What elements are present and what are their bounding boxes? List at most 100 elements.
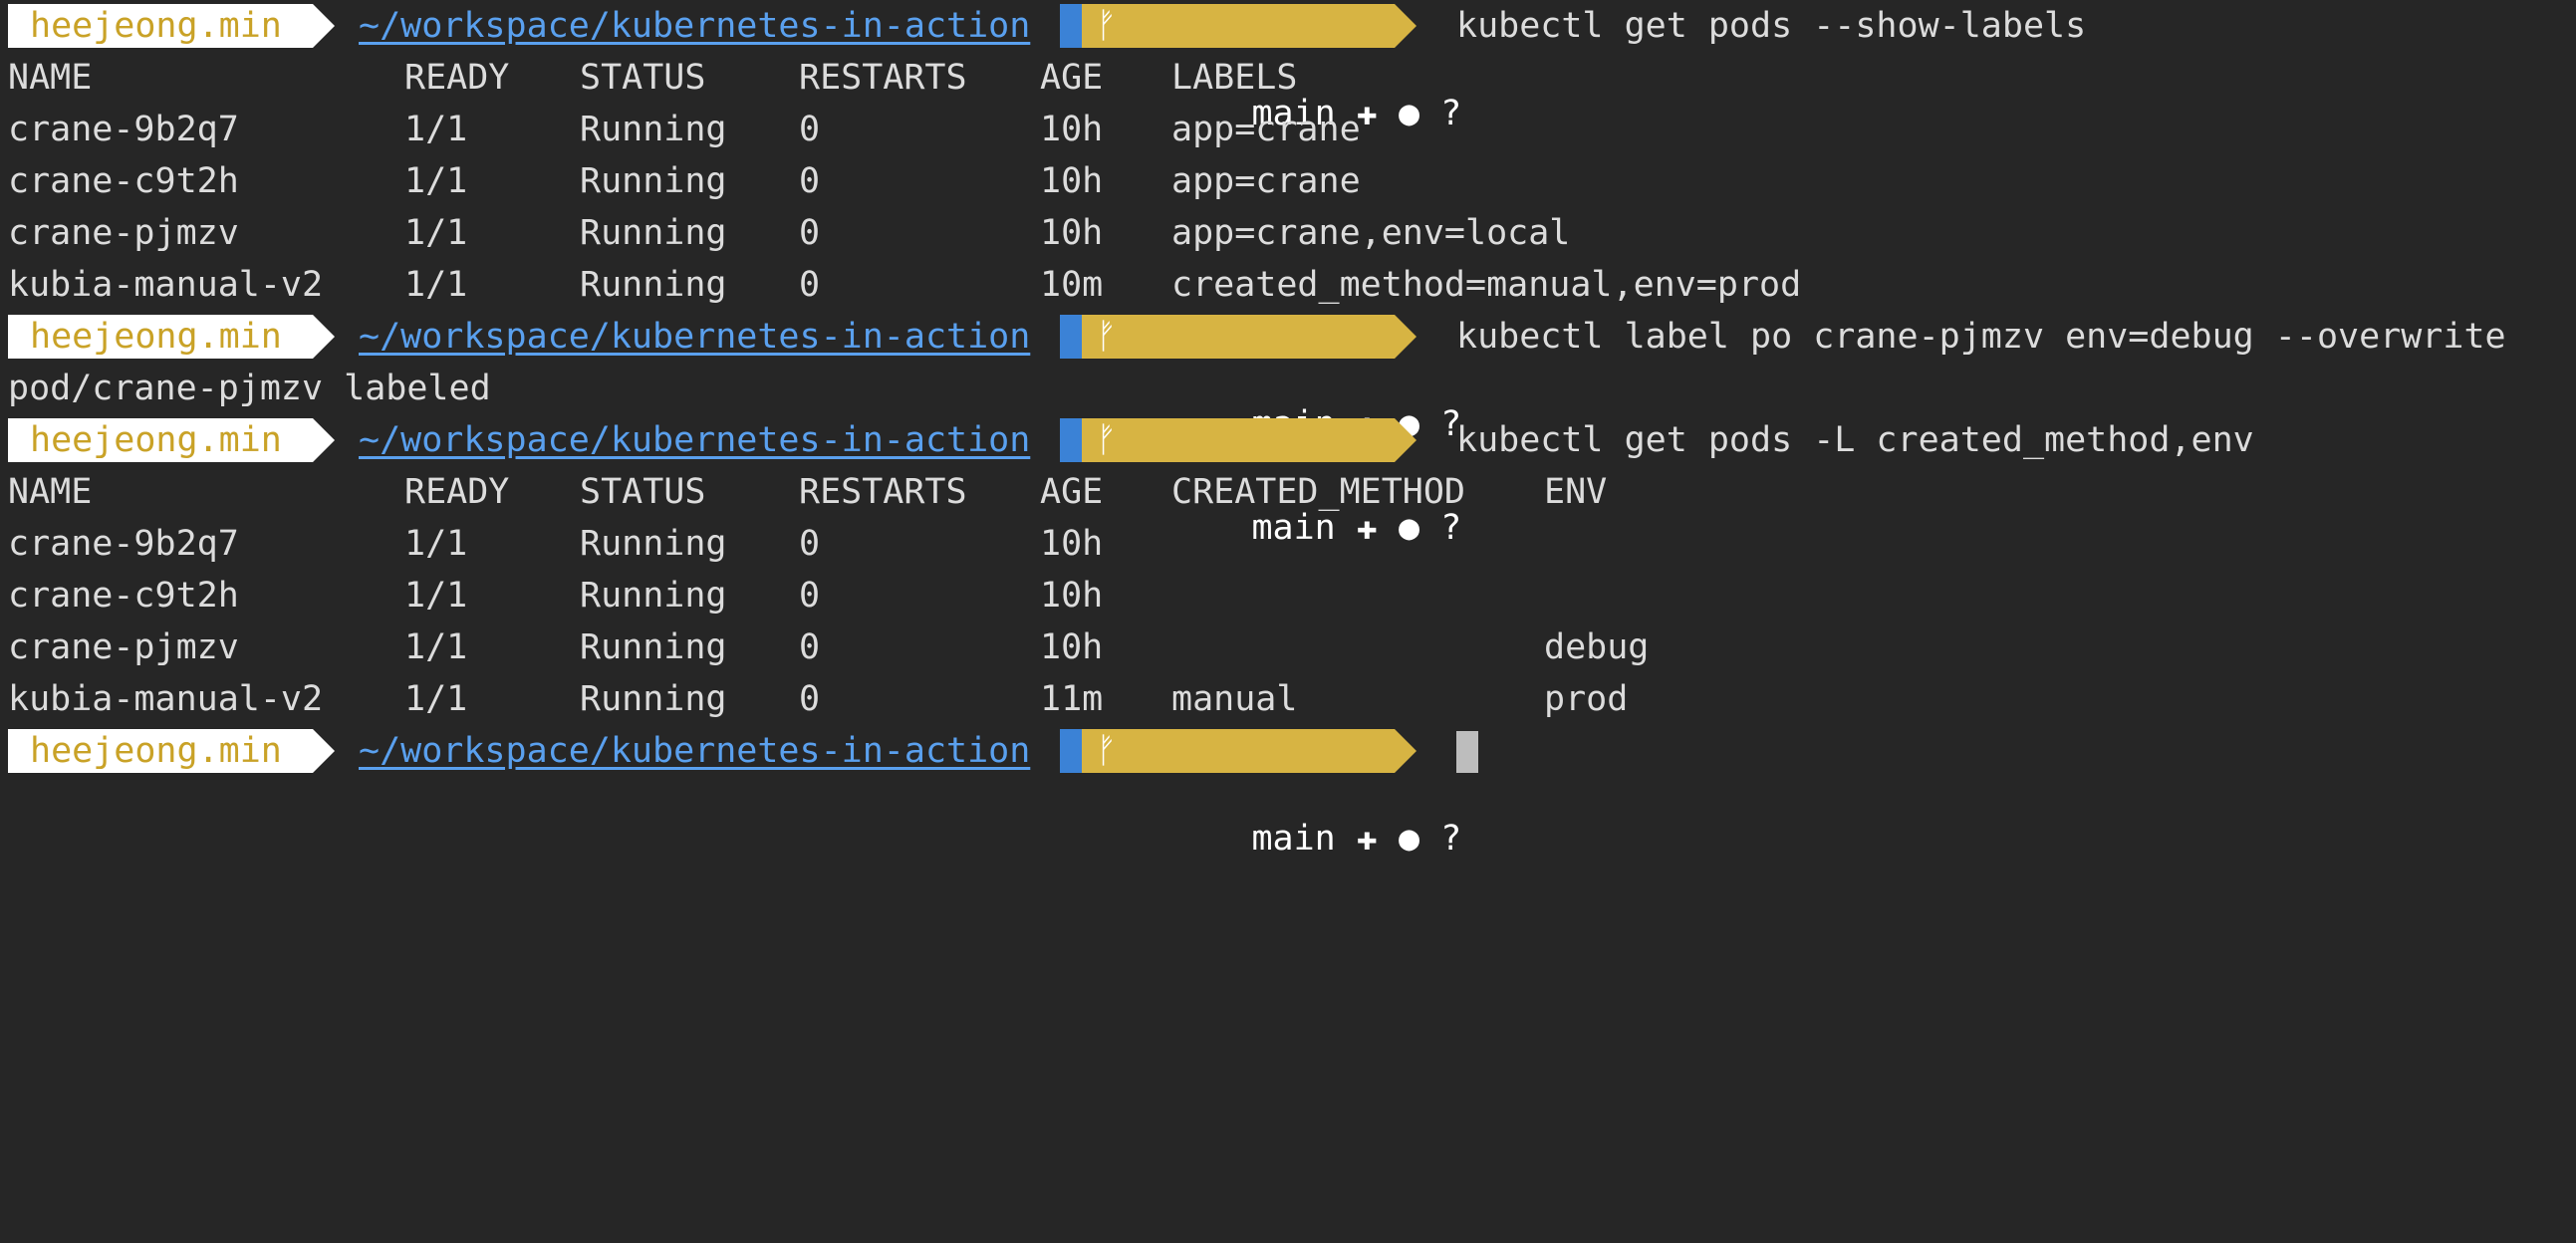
cell-ready: 1/1 (404, 213, 468, 253)
table-row: crane-9b2q7 1/1 Running 0 10h app=crane (0, 104, 1361, 155)
table-row: crane-c9t2h 1/1 Running 0 10h (0, 570, 1103, 622)
col-name: NAME (8, 58, 93, 98)
prompt-user: heejeong.min (8, 418, 313, 462)
col-restarts: RESTARTS (799, 472, 967, 512)
prompt-line: heejeong.min ~/workspace/kubernetes-in-a… (0, 725, 1478, 859)
col-age: AGE (1040, 58, 1104, 98)
prompt-separator-icon (1060, 315, 1082, 359)
table-row: crane-pjmzv 1/1 Running 0 10h debug (0, 622, 1649, 673)
prompt-separator-icon (313, 729, 335, 773)
cell-name: crane-pjmzv (8, 627, 239, 667)
command-text: kubectl get pods -L created_method,env (1456, 420, 2254, 460)
cell-name: crane-9b2q7 (8, 524, 239, 564)
cell-status: Running (580, 110, 727, 149)
cell-env: prod (1544, 679, 1629, 719)
cell-ready: 1/1 (404, 627, 468, 667)
command-text: kubectl get pods --show-labels (1456, 6, 2087, 46)
table-header: NAME READY STATUS RESTARTS AGE LABELS (0, 52, 1297, 104)
cell-age: 10h (1040, 576, 1104, 616)
col-name: NAME (8, 472, 93, 512)
cell-labels: app=crane (1171, 161, 1361, 201)
cell-restarts: 0 (799, 265, 821, 305)
cell-labels: app=crane,env=local (1171, 213, 1571, 253)
prompt-line: heejeong.min ~/workspace/kubernetes-in-a… (0, 414, 2254, 548)
cell-name: crane-c9t2h (8, 161, 239, 201)
prompt-path[interactable]: ~/workspace/kubernetes-in-action (359, 315, 1031, 359)
prompt-path[interactable]: ~/workspace/kubernetes-in-action (359, 4, 1031, 48)
command-output: pod/crane-pjmzv labeled (0, 363, 491, 414)
cell-env: debug (1544, 627, 1650, 667)
cell-restarts: 0 (799, 679, 821, 719)
prompt-separator-icon (313, 4, 335, 48)
col-ready: READY (404, 472, 510, 512)
prompt-user: heejeong.min (8, 4, 313, 48)
cell-ready: 1/1 (404, 161, 468, 201)
prompt-separator-icon (313, 315, 335, 359)
cell-name: kubia-manual-v2 (8, 265, 324, 305)
prompt-line: heejeong.min ~/workspace/kubernetes-in-a… (0, 311, 2506, 444)
table-row: kubia-manual-v2 1/1 Running 0 10m create… (0, 259, 1801, 311)
cell-status: Running (580, 627, 727, 667)
cell-status: Running (580, 576, 727, 616)
git-branch-icon: ᚠ (1096, 6, 1118, 46)
cell-restarts: 0 (799, 576, 821, 616)
git-branch-icon: ᚠ (1096, 317, 1118, 357)
cell-created-method: manual (1171, 679, 1298, 719)
cell-status: Running (580, 524, 727, 564)
prompt-git-status: ᚠ main ✚ ● ? (1082, 729, 1461, 859)
cell-ready: 1/1 (404, 679, 468, 719)
table-row: kubia-manual-v2 1/1 Running 0 11m manual… (0, 673, 1628, 725)
prompt-git-status: ᚠ main ✚ ● ? (1082, 4, 1461, 133)
cell-name: crane-pjmzv (8, 213, 239, 253)
command-text: kubectl label po crane-pjmzv env=debug -… (1456, 317, 2506, 357)
prompt-user: heejeong.min (8, 729, 313, 773)
prompt-separator-icon (1395, 418, 1417, 462)
prompt-git-text: main ✚ ● ? (1251, 819, 1462, 859)
cell-ready: 1/1 (404, 265, 468, 305)
table-row: crane-c9t2h 1/1 Running 0 10h app=crane (0, 155, 1361, 207)
col-labels: LABELS (1171, 58, 1298, 98)
prompt-line: heejeong.min ~/workspace/kubernetes-in-a… (0, 0, 2086, 133)
col-ready: READY (404, 58, 510, 98)
cell-age: 10h (1040, 213, 1104, 253)
cell-ready: 1/1 (404, 110, 468, 149)
prompt-path[interactable]: ~/workspace/kubernetes-in-action (359, 729, 1031, 773)
col-created-method: CREATED_METHOD (1171, 472, 1466, 512)
cell-labels: app=crane (1171, 110, 1361, 149)
cell-labels: created_method=manual,env=prod (1171, 265, 1802, 305)
col-status: STATUS (580, 58, 706, 98)
prompt-separator-icon (1060, 418, 1082, 462)
cell-restarts: 0 (799, 524, 821, 564)
cell-status: Running (580, 161, 727, 201)
cell-status: Running (580, 679, 727, 719)
terminal-window[interactable]: heejeong.min ~/workspace/kubernetes-in-a… (0, 0, 2576, 859)
text-cursor[interactable] (1456, 731, 1478, 773)
cell-status: Running (580, 213, 727, 253)
col-status: STATUS (580, 472, 706, 512)
cell-restarts: 0 (799, 110, 821, 149)
cell-age: 10h (1040, 161, 1104, 201)
prompt-git-status: ᚠ main ✚ ● ? (1082, 315, 1461, 444)
table-row: crane-9b2q7 1/1 Running 0 10h (0, 518, 1103, 570)
prompt-path[interactable]: ~/workspace/kubernetes-in-action (359, 418, 1031, 462)
git-branch-icon: ᚠ (1096, 731, 1118, 771)
prompt-separator-icon (1060, 729, 1082, 773)
git-branch-icon: ᚠ (1096, 420, 1118, 460)
cell-name: crane-c9t2h (8, 576, 239, 616)
col-age: AGE (1040, 472, 1104, 512)
cell-name: kubia-manual-v2 (8, 679, 324, 719)
prompt-user: heejeong.min (8, 315, 313, 359)
cell-age: 10m (1040, 265, 1104, 305)
col-env: ENV (1544, 472, 1608, 512)
prompt-separator-icon (313, 418, 335, 462)
prompt-separator-icon (1395, 315, 1417, 359)
table-header: NAME READY STATUS RESTARTS AGE CREATED_M… (0, 466, 1607, 518)
table-row: crane-pjmzv 1/1 Running 0 10h app=crane,… (0, 207, 1570, 259)
cell-age: 11m (1040, 679, 1104, 719)
prompt-separator-icon (1060, 4, 1082, 48)
prompt-separator-icon (1395, 4, 1417, 48)
cell-age: 10h (1040, 524, 1104, 564)
output-text: pod/crane-pjmzv labeled (8, 369, 491, 408)
cell-restarts: 0 (799, 213, 821, 253)
cell-age: 10h (1040, 627, 1104, 667)
